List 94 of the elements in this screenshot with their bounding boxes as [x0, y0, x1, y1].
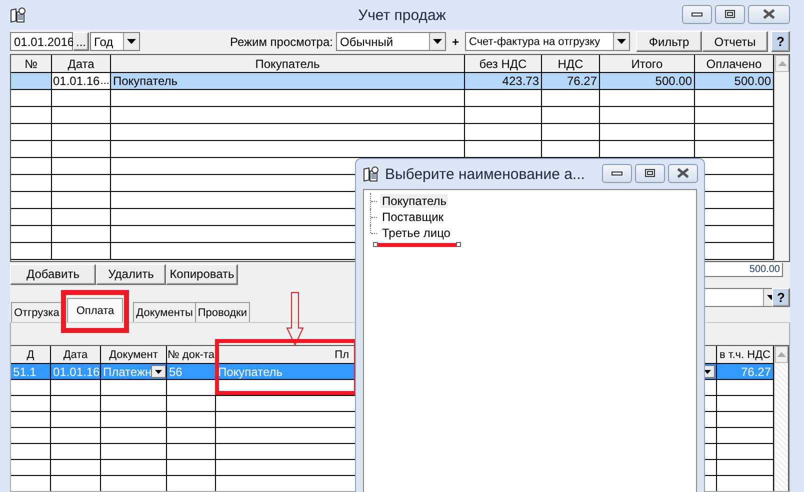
table-cell	[101, 460, 167, 476]
table-cell	[11, 141, 52, 158]
tab[interactable]: Оплата	[67, 298, 124, 322]
table-cell	[11, 428, 51, 444]
table-cell	[11, 175, 52, 192]
plus-sign: +	[452, 34, 459, 48]
minimize-button[interactable]	[682, 4, 712, 24]
close-button[interactable]	[748, 4, 790, 24]
app-icon	[10, 7, 26, 23]
scrollbar[interactable]	[774, 346, 788, 491]
maximize-icon	[644, 168, 656, 178]
close-icon	[762, 9, 776, 19]
close-button[interactable]	[668, 164, 698, 182]
table-cell	[11, 158, 52, 175]
table-cell	[51, 460, 101, 476]
table-cell: 01.01.16	[51, 364, 101, 380]
table-cell	[542, 107, 600, 124]
table-cell	[11, 192, 52, 209]
view-mode-label: Режим просмотра:	[230, 34, 333, 48]
table-cell	[11, 226, 52, 243]
table-cell: 51.1	[11, 364, 51, 380]
arrow-icon	[286, 292, 304, 346]
tab[interactable]: Документы	[133, 302, 196, 322]
table-cell	[51, 428, 101, 444]
table-cell: 423.73	[465, 73, 542, 90]
caret-icon	[127, 39, 136, 44]
action-button[interactable]: Копировать	[166, 264, 238, 284]
table-cell	[542, 124, 600, 141]
table-cell	[51, 396, 101, 412]
scroll-up-icon	[778, 61, 786, 66]
maximize-icon	[724, 9, 736, 19]
minimize-icon	[691, 10, 703, 18]
table-cell	[101, 396, 167, 412]
table-cell	[52, 107, 111, 124]
table-cell: 76.27	[542, 73, 600, 90]
table-cell	[52, 90, 111, 107]
table-cell	[11, 460, 51, 476]
app-icon	[363, 166, 379, 182]
maximize-button[interactable]	[715, 4, 745, 24]
scroll-up-icon	[777, 352, 786, 357]
minimize-button[interactable]	[602, 164, 632, 182]
table-cell	[11, 107, 52, 124]
table-cell	[11, 124, 52, 141]
table-cell	[11, 412, 51, 428]
table-cell: 500.00	[600, 73, 695, 90]
table-cell	[11, 396, 51, 412]
table-cell	[11, 444, 51, 460]
cell-picker-button[interactable]: ...	[100, 73, 110, 89]
minimize-icon	[611, 169, 623, 177]
date-picker-button[interactable]: ...	[73, 32, 89, 51]
document-type-dropdown[interactable]: Счет-фактура на отгрузку	[465, 32, 630, 51]
table-cell	[542, 90, 600, 107]
table-cell: Платежн	[103, 364, 151, 378]
dropdown-button[interactable]	[151, 365, 166, 378]
table-cell: Покупатель	[111, 73, 465, 90]
table-cell	[11, 209, 52, 226]
date-field[interactable]: 01.01.2016	[10, 32, 73, 51]
maximize-button[interactable]	[635, 164, 665, 182]
table-cell	[51, 380, 101, 396]
date-cell-editor[interactable]: 01.01.16	[52, 73, 100, 89]
tab[interactable]: Отгрузка	[11, 302, 62, 322]
table-cell	[52, 141, 111, 158]
caret-icon	[155, 370, 162, 374]
table-row[interactable]: 01.01.16... Покупатель 423.73 76.27 500.00 500.00	[11, 73, 774, 90]
window-title: Учет продаж	[358, 7, 446, 24]
help-button[interactable]: ?	[771, 31, 790, 52]
table-cell	[11, 380, 51, 396]
scrollbar[interactable]	[774, 55, 789, 261]
tree-item[interactable]: Поставщик	[380, 210, 446, 224]
table-cell	[11, 243, 52, 260]
caret-icon	[617, 39, 626, 44]
tree-item[interactable]: Покупатель	[380, 194, 448, 208]
action-button[interactable]: Удалить	[96, 264, 166, 284]
table-cell	[101, 444, 167, 460]
dialog-title: Выберите наименование а...	[385, 166, 585, 182]
toolbar-button[interactable]: Отчеты	[702, 31, 768, 52]
close-icon	[676, 168, 690, 178]
help-button[interactable]: ?	[772, 288, 790, 307]
table-cell	[51, 412, 101, 428]
table-cell	[101, 428, 167, 444]
caret-icon	[432, 39, 442, 44]
table-cell	[52, 124, 111, 141]
tree-item[interactable]: Третье лицо	[380, 226, 452, 240]
action-button[interactable]: Добавить	[10, 264, 96, 284]
toolbar-button[interactable]: Фильтр	[636, 31, 702, 52]
table-cell	[51, 444, 101, 460]
table-cell	[101, 412, 167, 428]
highlight-frame	[61, 290, 129, 333]
table-cell: 56	[167, 364, 216, 380]
period-dropdown[interactable]: Год	[90, 32, 140, 51]
table-cell	[11, 90, 52, 107]
view-mode-dropdown[interactable]: Обычный	[336, 32, 446, 51]
tab[interactable]: Проводки	[194, 302, 250, 322]
caret-icon	[704, 370, 711, 374]
